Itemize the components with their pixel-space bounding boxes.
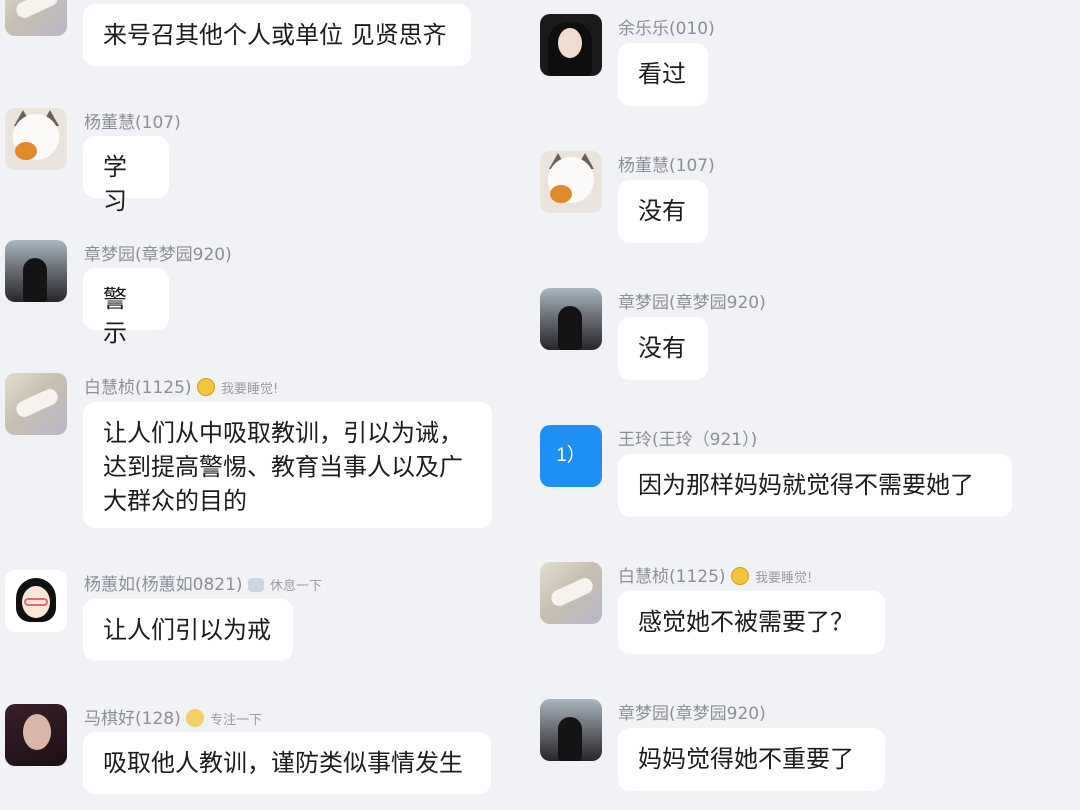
focus-emoji-icon — [186, 709, 205, 727]
avatar[interactable] — [5, 108, 67, 170]
sender-name-text: 白慧桢(1125) — [84, 378, 192, 398]
message-bubble: 因为那样妈妈就觉得不需要她了 — [618, 454, 1012, 517]
message-bubble: 没有 — [618, 317, 708, 380]
sender-name-text: 杨蕙如(杨蕙如0821) — [84, 575, 243, 595]
avatar[interactable] — [540, 151, 602, 213]
sender-name: 余乐乐(010) — [618, 19, 715, 39]
tea-icon — [247, 578, 264, 592]
message-bubble: 妈妈觉得她不重要了 — [618, 728, 885, 791]
message-bubble: 学习 — [83, 136, 169, 215]
sender-name: 章梦园(章梦园920) — [618, 704, 766, 724]
status-text: 我要睡觉! — [754, 571, 813, 586]
message-bubble: 感觉她不被需要了？ — [618, 591, 885, 654]
status-text: 专注一下 — [210, 713, 263, 728]
avatar[interactable] — [5, 240, 67, 302]
sender-name-text: 白慧桢(1125) — [618, 567, 726, 587]
message-bubble: 让人们引以为戒 — [83, 599, 293, 661]
status-text: 休息一下 — [269, 579, 322, 594]
sender-name: 王玲(王玲（921）) — [618, 430, 758, 450]
avatar[interactable] — [540, 288, 602, 350]
avatar[interactable] — [5, 0, 67, 36]
sender-name: 杨董慧(107) — [84, 113, 181, 133]
avatar[interactable]: 1） — [540, 425, 602, 487]
sender-name: 章梦园(章梦园920) — [618, 293, 766, 313]
message-bubble: 让人们从中吸取教训，引以为诫， 达到提高警惕、教育当事人以及广 大群众的目的 — [83, 402, 492, 528]
message-bubble: 警示 — [83, 268, 169, 347]
sleepy-emoji-icon — [730, 567, 749, 585]
chat-column-right: 余乐乐(010) 看过 杨董慧(107) 没有 章梦园(章梦园920) 没有 1… — [540, 0, 1080, 810]
avatar[interactable] — [5, 373, 67, 435]
sender-name: 杨董慧(107) — [618, 156, 715, 176]
message-bubble: 来号召其他个人或单位 见贤思齐 — [83, 4, 471, 66]
sender-name: 马棋好(128) 专注一下 — [84, 704, 262, 729]
message-bubble: 没有 — [618, 180, 708, 243]
status-text: 我要睡觉! — [220, 382, 279, 397]
avatar[interactable] — [540, 562, 602, 624]
avatar[interactable] — [5, 570, 67, 632]
sender-name: 章梦园(章梦园920) — [84, 245, 232, 265]
avatar[interactable] — [540, 14, 602, 76]
message-bubble: 吸取他人教训，谨防类似事情发生 — [83, 732, 491, 794]
sender-name: 杨蕙如(杨蕙如0821) 休息一下 — [84, 570, 322, 595]
avatar[interactable] — [5, 704, 67, 766]
avatar[interactable] — [540, 699, 602, 761]
sender-name-text: 马棋好(128) — [84, 709, 181, 729]
message-bubble: 看过 — [618, 43, 708, 106]
chat-column-left: 来号召其他个人或单位 见贤思齐 杨董慧(107) 学习 章梦园(章梦园920) … — [0, 0, 540, 810]
sleepy-emoji-icon — [196, 378, 215, 396]
sender-name: 白慧桢(1125) 我要睡觉! — [618, 562, 812, 587]
sender-name: 白慧桢(1125) 我要睡觉! — [84, 373, 278, 398]
